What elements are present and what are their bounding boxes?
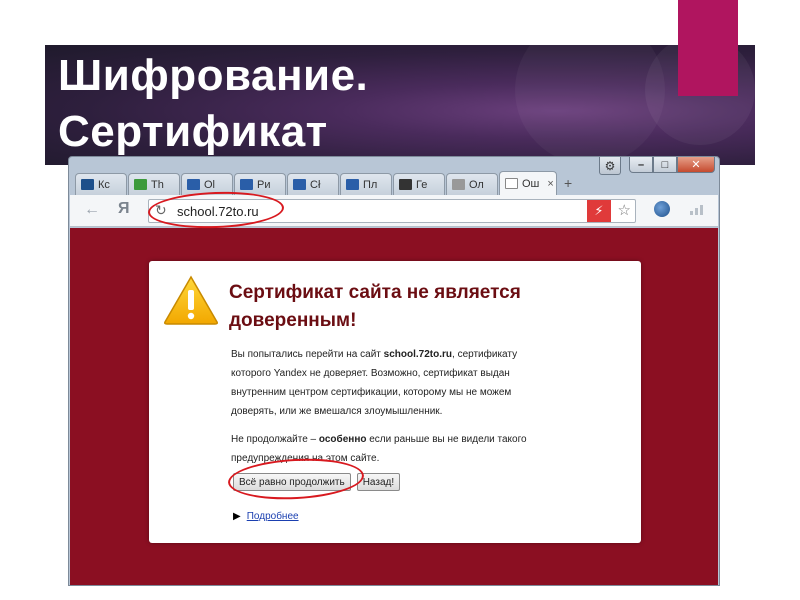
details-link[interactable]: Подробнее — [247, 511, 299, 522]
site-icon — [240, 179, 253, 190]
page-content: Сертификат сайта не является доверенным!… — [70, 228, 718, 585]
site-icon — [293, 179, 306, 190]
body-text: внутренним центром сертификации, котором… — [231, 387, 512, 398]
slide-title-line: Шифрование. — [58, 51, 369, 100]
page-icon — [505, 178, 518, 189]
site-name: school.72to.ru — [383, 349, 453, 360]
warning-paragraph: Вы попытались перейти на сайт school.72t… — [231, 345, 571, 421]
warning-card: Сертификат сайта не является доверенным!… — [149, 261, 641, 543]
gear-round-icon — [399, 179, 412, 190]
body-text: доверять, или же вмешался злоумышленник. — [231, 406, 443, 417]
slide-title-line: Сертификат — [58, 107, 328, 156]
tab-label: Ol — [204, 178, 215, 191]
tab-label: Сł — [310, 178, 321, 191]
details-row: ▶ Подробнее — [233, 511, 299, 522]
warning-heading-line: Сертификат сайта не является — [229, 282, 521, 303]
tab[interactable]: Ге — [393, 173, 445, 195]
image-icon — [452, 179, 465, 190]
emphasis-text: особенно — [318, 434, 367, 445]
tab[interactable]: Кс — [75, 173, 127, 195]
warning-heading: Сертификат сайта не является доверенным! — [229, 279, 629, 335]
bookmark-star-icon[interactable]: ☆ — [618, 201, 631, 219]
warning-body: Вы попытались перейти на сайт school.72t… — [231, 345, 571, 468]
signal-bars-icon[interactable] — [690, 205, 703, 215]
tab-label: Кс — [98, 178, 110, 191]
expand-triangle-icon[interactable]: ▶ — [233, 511, 241, 522]
site-icon — [346, 179, 359, 190]
tab[interactable]: Th — [128, 173, 180, 195]
minimize-button[interactable]: – — [629, 157, 653, 173]
slide-title: Шифрование. Сертификат — [58, 48, 658, 160]
settings-gear-icon[interactable]: ⚙ — [599, 157, 621, 175]
body-text: которого Yandex не доверяет. Возможно, с… — [231, 368, 510, 379]
body-text: если раньше вы не видели такого — [366, 434, 527, 445]
tab[interactable]: Сł — [287, 173, 339, 195]
tab[interactable]: Ош × — [499, 171, 557, 195]
tab-label: Ош — [522, 177, 540, 190]
warning-triangle-icon — [164, 275, 218, 325]
maximize-button[interactable]: □ — [653, 157, 677, 173]
back-arrow-icon[interactable]: ← — [84, 201, 100, 219]
tab-close-icon[interactable]: × — [547, 178, 553, 190]
body-text: Вы попытались перейти на сайт — [231, 349, 384, 360]
globe-icon[interactable] — [654, 201, 670, 217]
tab-strip: Кс Th Ol Ри Сł Пл Ге Ол Ош × + — [75, 171, 572, 195]
window-controls: ⚙ – □ ✕ — [599, 157, 715, 175]
tab[interactable]: Пл — [340, 173, 392, 195]
security-warning-icon[interactable]: ⚡ — [587, 200, 611, 222]
tab-label: Th — [151, 178, 164, 191]
body-text: Не продолжайте – — [231, 434, 319, 445]
tab-label: Ри — [257, 178, 271, 191]
yandex-logo-icon[interactable]: Я — [118, 200, 130, 218]
tab-label: Пл — [363, 178, 378, 191]
window-close-button[interactable]: ✕ — [677, 157, 715, 173]
tab[interactable]: Ол — [446, 173, 498, 195]
warning-heading-line: доверенным! — [229, 310, 357, 331]
body-text: , сертификату — [452, 349, 518, 360]
site-icon — [187, 179, 200, 190]
tab-label: Ге — [416, 178, 428, 191]
new-tab-icon[interactable]: + — [564, 175, 572, 195]
person-icon — [81, 179, 94, 190]
chart-icon — [134, 179, 147, 190]
tab-label: Ол — [469, 178, 484, 191]
accent-bar — [678, 0, 738, 96]
